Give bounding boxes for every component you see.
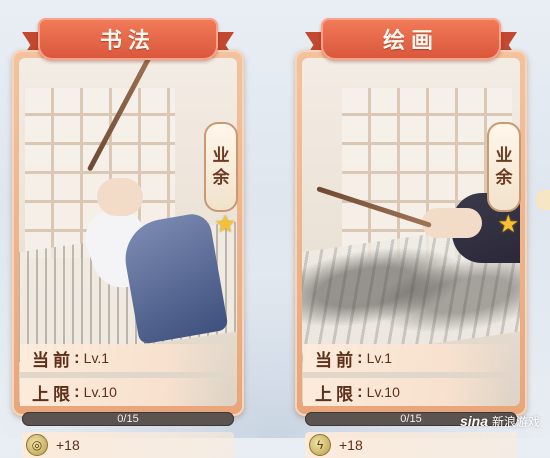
current-label: 当前 [315, 350, 357, 370]
watermark-text: 新浪游戏 [491, 415, 540, 429]
limit-label: 上限 [315, 384, 357, 404]
skill-card-painting[interactable]: 业 余 ★ 当前 : Lv.1 上限 : Lv.10 0/15 ϟ +18 绘画 [295, 18, 527, 458]
current-level-row: 当前 : Lv.1 [20, 344, 230, 372]
card-title: 书法 [99, 28, 156, 53]
current-value: Lv.1 [83, 350, 110, 366]
reward-value: +18 [339, 437, 363, 453]
card-frame: 业 余 ★ 当前 : Lv.1 上限 : Lv.10 0/15 ◎ +18 [12, 50, 244, 458]
lightning-coin-icon: ϟ [309, 434, 331, 456]
rank-tag: 业 余 [487, 122, 521, 212]
spiral-coin-icon: ◎ [26, 434, 48, 456]
rank-char-1: 业 [495, 146, 513, 165]
decorative-cloud [536, 190, 550, 210]
limit-level-row: 上限 : Lv.10 [20, 378, 230, 406]
rank-char-1: 业 [212, 146, 230, 165]
limit-value: Lv.10 [83, 384, 117, 400]
watermark: sina 新浪游戏 [460, 413, 540, 430]
card-title-banner: 绘画 [321, 18, 501, 60]
star-icon: ★ [497, 211, 519, 238]
card-title: 绘画 [382, 28, 439, 53]
rank-tag: 业 余 [204, 122, 238, 212]
star-icon: ★ [214, 211, 236, 238]
watermark-logo: sina [459, 413, 488, 429]
card-frame: 业 余 ★ 当前 : Lv.1 上限 : Lv.10 0/15 ϟ +18 [295, 50, 527, 458]
reward-row: ◎ +18 [22, 432, 234, 458]
card-title-banner: 书法 [38, 18, 218, 60]
reward-row: ϟ +18 [305, 432, 517, 458]
skill-card-calligraphy[interactable]: 业 余 ★ 当前 : Lv.1 上限 : Lv.10 0/15 ◎ +18 书法 [12, 18, 244, 458]
current-value: Lv.1 [366, 350, 393, 366]
limit-label: 上限 [32, 384, 74, 404]
limit-level-row: 上限 : Lv.10 [303, 378, 513, 406]
current-level-row: 当前 : Lv.1 [303, 344, 513, 372]
experience-progress-bar: 0/15 [22, 412, 234, 426]
rank-char-2: 余 [212, 168, 230, 187]
hand [97, 178, 143, 216]
rank-char-2: 余 [495, 168, 513, 187]
progress-text: 0/15 [117, 413, 139, 425]
limit-value: Lv.10 [366, 384, 400, 400]
current-label: 当前 [32, 350, 74, 370]
reward-value: +18 [56, 437, 80, 453]
